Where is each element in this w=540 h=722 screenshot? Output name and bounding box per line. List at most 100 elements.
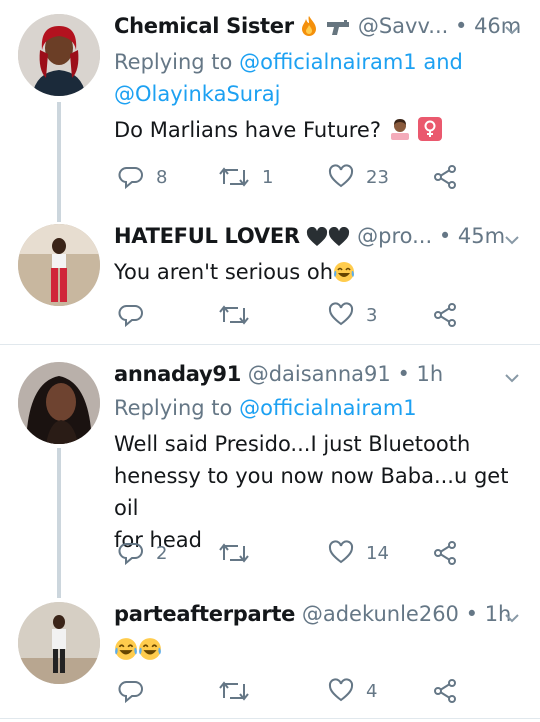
retweet-button[interactable] — [218, 301, 262, 329]
share-icon — [434, 679, 456, 703]
chevron-down-icon[interactable] — [502, 608, 522, 628]
tweet-header: Chemical Sister @Savv... • 46m — [114, 14, 540, 42]
share-button[interactable] — [432, 301, 458, 329]
reply-button[interactable] — [118, 301, 156, 329]
retweet-icon — [219, 543, 249, 563]
like-count: 4 — [366, 680, 378, 702]
user-handle[interactable]: @daisanna91 — [248, 362, 391, 386]
tweet-chemical-sister[interactable]: Chemical Sister @Savv... • 46m Replying … — [0, 0, 540, 210]
display-name[interactable]: annaday91 — [114, 362, 241, 386]
share-icon — [434, 541, 456, 565]
mention-link[interactable]: @officialnairam1 — [239, 50, 417, 74]
heart-icon — [328, 678, 354, 702]
tweet-hateful-lover[interactable]: HATEFUL LOVER @pro... • 45m You aren't s… — [0, 210, 540, 342]
tweet-divider — [0, 718, 540, 719]
share-icon — [434, 303, 456, 327]
tweet-text: Do Marlians have Future? — [114, 114, 524, 150]
separator-dot: • — [397, 362, 410, 386]
retweet-button[interactable] — [218, 539, 262, 567]
tweet-text-line: Well said Presido...I just Bluetooth — [114, 432, 471, 456]
avatar[interactable] — [18, 224, 100, 306]
reply-button[interactable]: 8 — [118, 163, 167, 191]
like-button[interactable]: 4 — [328, 677, 377, 705]
reply-button[interactable] — [118, 677, 156, 705]
tweet-header: HATEFUL LOVER @pro... • 45m — [114, 224, 540, 252]
share-button[interactable] — [432, 677, 458, 705]
tweet-header: annaday91 @daisanna91 • 1h — [114, 362, 540, 386]
reply-count: 2 — [156, 542, 168, 564]
tweet-text-content: You aren't serious oh — [114, 260, 334, 284]
timestamp: 1h — [416, 362, 444, 386]
heart-icon — [328, 164, 354, 188]
avatar[interactable] — [18, 362, 100, 444]
fire-icon — [300, 15, 318, 42]
tweet-header: parteafterparte @adekunle260 • 1h — [114, 602, 540, 626]
woman-tipping-hand-icon — [388, 117, 412, 150]
tweet-annaday91[interactable]: annaday91 @daisanna91 • 1h Replying to @… — [0, 348, 540, 588]
replying-to-cont: @OlayinkaSuraj — [114, 82, 280, 106]
reply-icon — [118, 305, 143, 328]
tweet-actions: 3 — [116, 301, 540, 329]
separator-dot: • — [454, 14, 468, 38]
display-name[interactable]: HATEFUL LOVER — [114, 224, 300, 248]
mention-link[interactable]: @OlayinkaSuraj — [114, 82, 280, 106]
separator-dot: • — [438, 224, 452, 248]
retweet-button[interactable]: 1 — [218, 163, 273, 191]
chevron-down-icon[interactable] — [502, 368, 522, 388]
chevron-down-icon[interactable] — [502, 230, 522, 250]
tweet-text: Well said Presido...I just Bluetooth hen… — [114, 428, 524, 556]
tweet-divider — [0, 344, 540, 345]
tweet-actions: 8 1 23 — [116, 163, 540, 191]
reply-count: 8 — [156, 166, 168, 188]
avatar[interactable] — [18, 14, 100, 96]
avatar[interactable] — [18, 602, 100, 684]
user-handle[interactable]: @pro... — [357, 224, 432, 248]
like-count: 23 — [366, 166, 389, 188]
black-heart-icon — [328, 226, 350, 252]
share-icon — [434, 165, 456, 189]
tears-of-joy-icon — [138, 637, 162, 670]
tears-of-joy-icon — [333, 260, 355, 292]
pistol-icon — [325, 17, 351, 42]
heart-icon — [328, 302, 354, 326]
timestamp: 45m — [457, 224, 506, 248]
share-button[interactable] — [432, 539, 458, 567]
reply-icon — [118, 681, 143, 704]
reply-icon — [118, 543, 143, 566]
like-count: 14 — [366, 542, 389, 564]
share-button[interactable] — [432, 163, 458, 191]
retweet-icon — [219, 305, 249, 325]
like-count: 3 — [366, 304, 378, 326]
tweet-text-content: Do Marlians have Future? — [114, 118, 382, 142]
display-name[interactable]: Chemical Sister — [114, 14, 294, 38]
user-handle[interactable]: @adekunle260 — [302, 602, 459, 626]
tweet-actions: 4 — [116, 677, 540, 705]
replying-prefix: Replying to — [114, 50, 233, 74]
heart-icon — [328, 540, 354, 564]
reply-icon — [118, 167, 143, 190]
tweet-parteafterparte[interactable]: parteafterparte @adekunle260 • 1h 4 — [0, 588, 540, 722]
chevron-down-icon[interactable] — [502, 20, 522, 40]
replying-to: Replying to @officialnairam1 — [114, 396, 417, 420]
display-name[interactable]: parteafterparte — [114, 602, 295, 626]
tweet-text — [114, 634, 524, 670]
like-button[interactable]: 23 — [328, 163, 389, 191]
black-heart-icon — [306, 226, 328, 252]
retweet-button[interactable] — [218, 677, 262, 705]
tweet-text: You aren't serious oh — [114, 256, 524, 292]
retweet-icon — [219, 681, 249, 701]
tweet-text-line: henessy to you now now Baba...u get oil — [114, 464, 509, 520]
user-handle[interactable]: @Savv... — [358, 14, 448, 38]
tears-of-joy-icon — [114, 637, 138, 670]
retweet-icon — [219, 167, 249, 187]
like-button[interactable]: 14 — [328, 539, 389, 567]
replying-to: Replying to @officialnairam1 and — [114, 50, 463, 74]
like-button[interactable]: 3 — [328, 301, 377, 329]
separator-dot: • — [465, 602, 478, 626]
replying-and: and — [423, 50, 463, 74]
reply-button[interactable]: 2 — [118, 539, 167, 567]
female-sign-icon — [418, 117, 443, 150]
mention-link[interactable]: @officialnairam1 — [239, 396, 417, 420]
tweet-actions: 2 14 — [116, 539, 540, 567]
retweet-count: 1 — [262, 166, 274, 188]
